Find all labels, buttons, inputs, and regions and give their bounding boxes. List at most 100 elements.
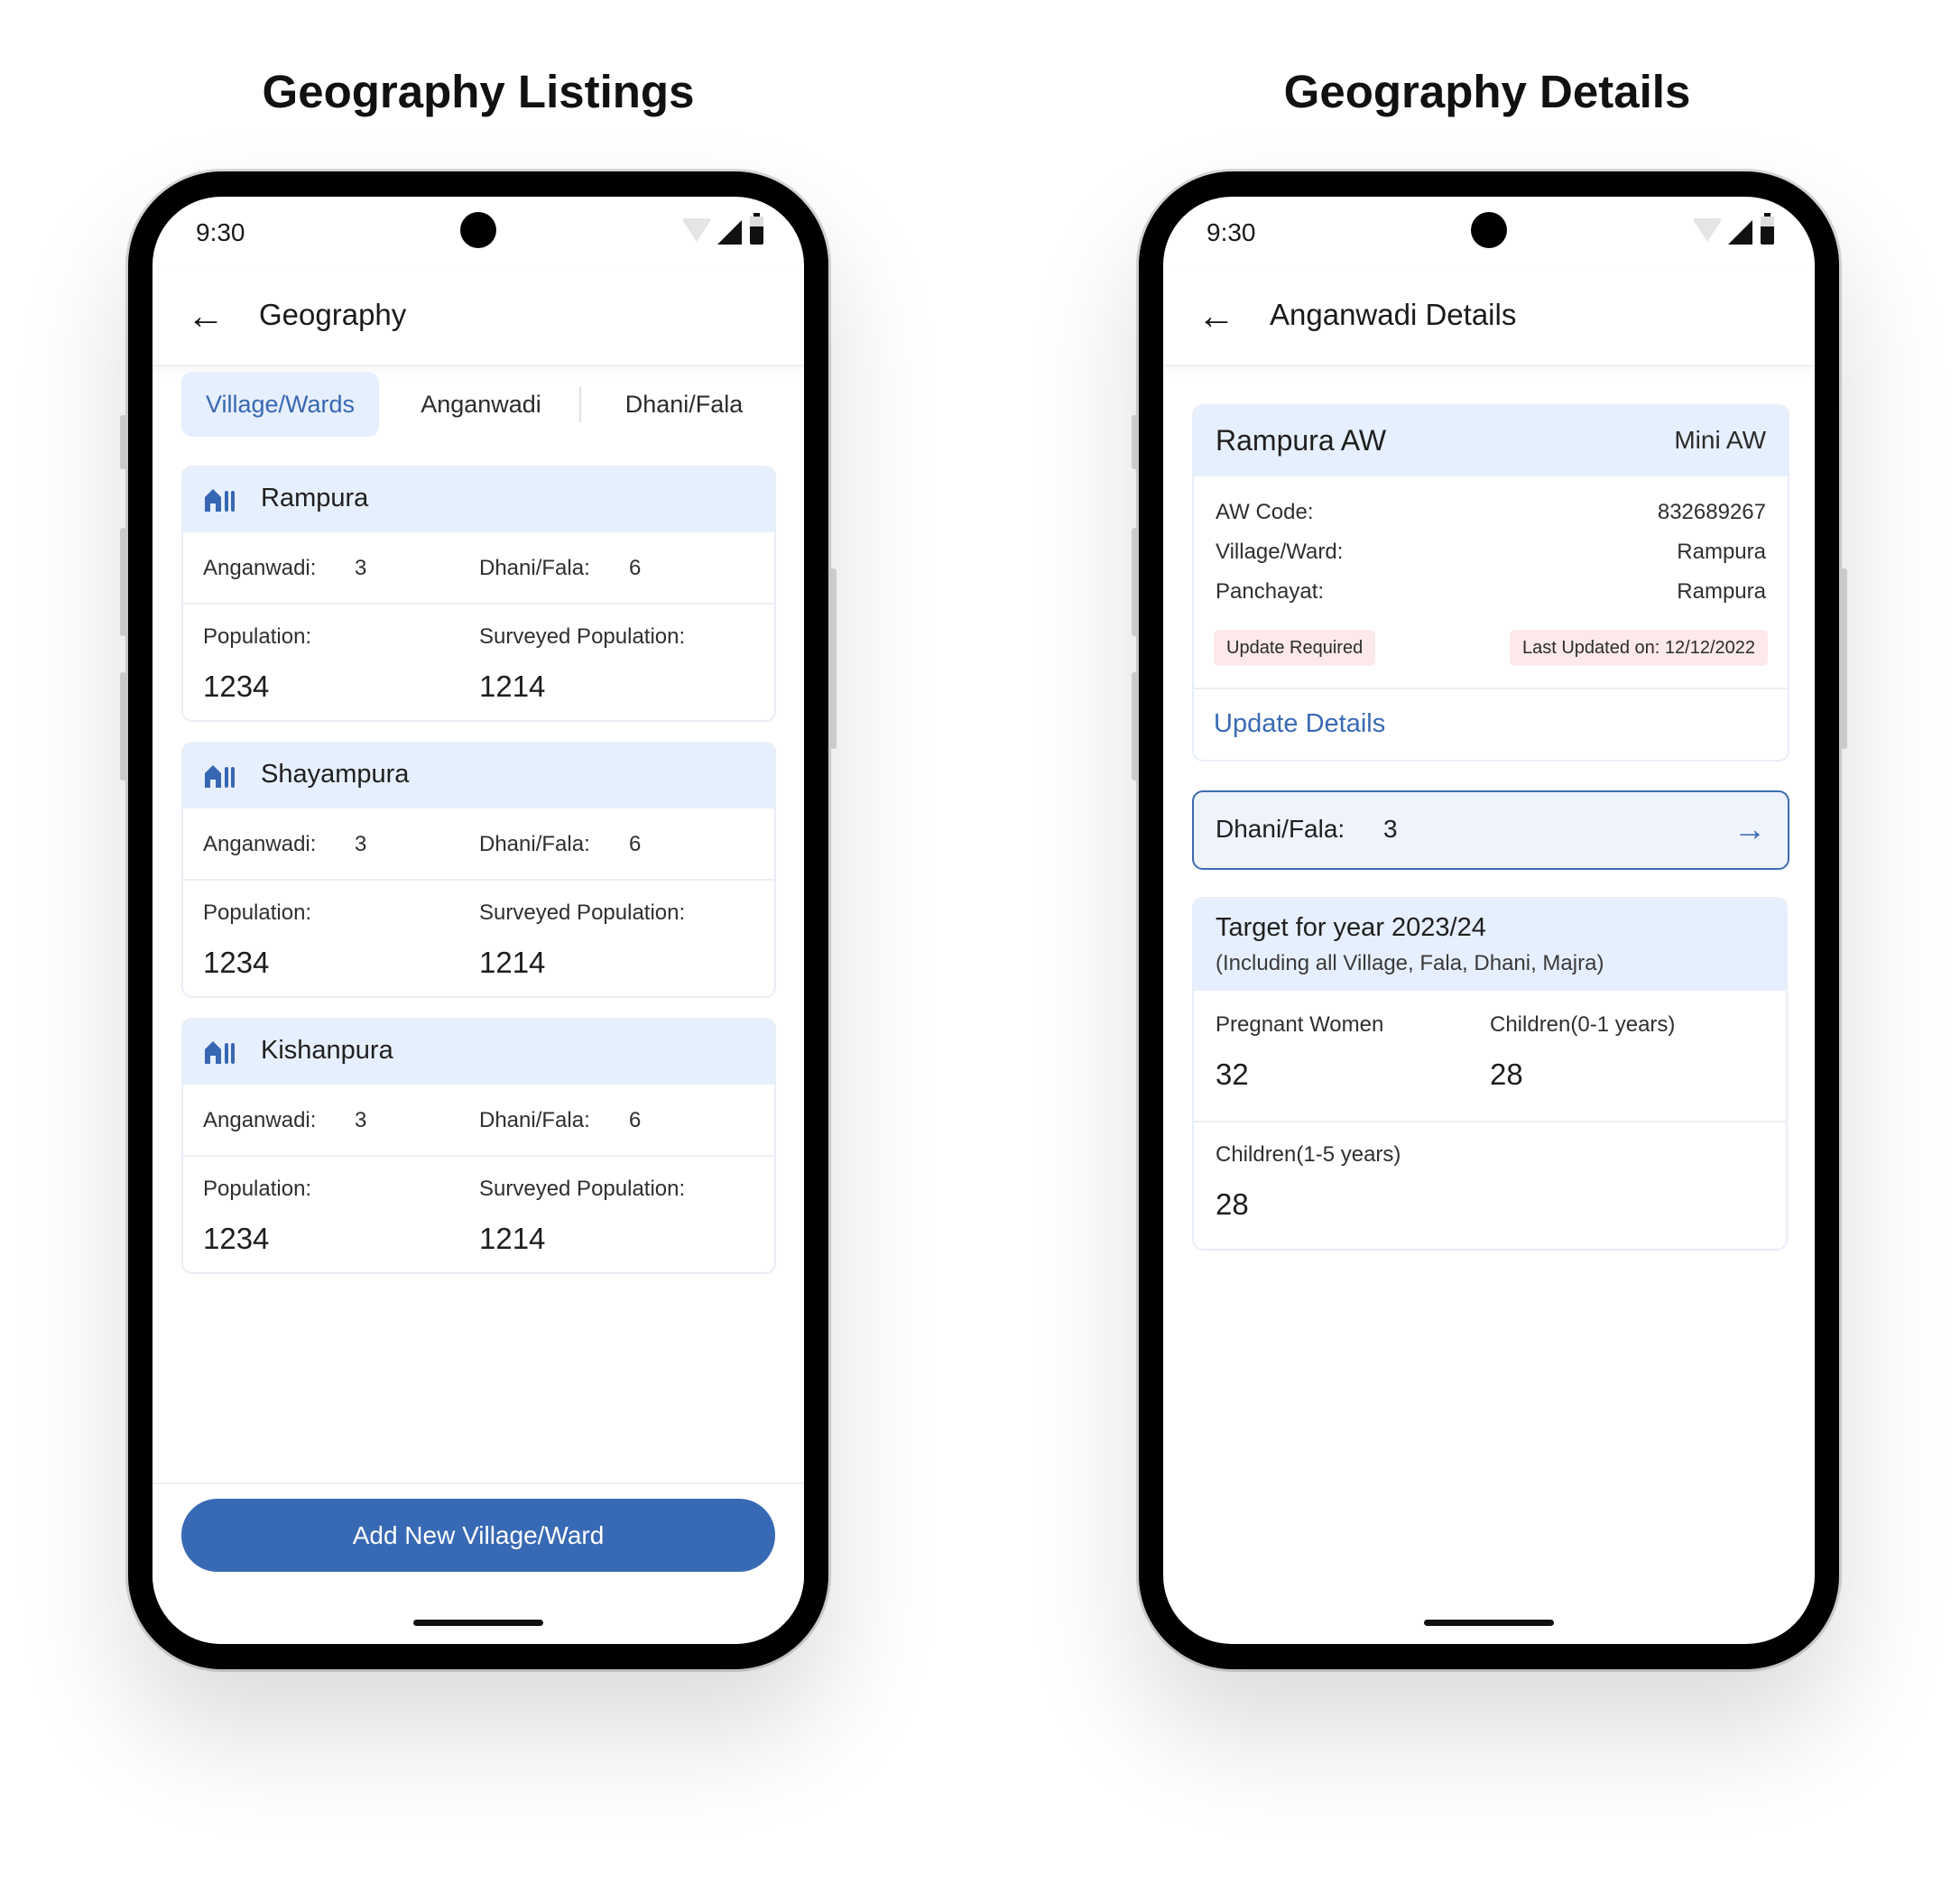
- home-icon: [205, 765, 235, 788]
- home-indicator[interactable]: [1424, 1620, 1554, 1626]
- phone-side-button: [120, 415, 126, 469]
- home-indicator[interactable]: [413, 1620, 543, 1626]
- population-value: 1234: [203, 670, 270, 703]
- phone-side-button: [1132, 672, 1138, 780]
- population-label: Population:: [203, 624, 312, 649]
- wifi-icon: [681, 218, 712, 242]
- dhani-count: 6: [629, 1108, 642, 1132]
- aw-name: Rampura AW: [1216, 424, 1387, 457]
- targets-card: Target for year 2023/24 (Including all V…: [1192, 897, 1788, 1251]
- panchayat-value: Rampura: [1677, 579, 1766, 604]
- status-icons: [681, 213, 764, 247]
- target-subtitle: (Including all Village, Fala, Dhani, Maj…: [1216, 951, 1604, 975]
- village-name: Shayampura: [261, 760, 410, 789]
- back-arrow-icon[interactable]: ←: [187, 297, 225, 336]
- status-bar: 9:30: [153, 197, 804, 272]
- surveyed-label: Surveyed Population:: [479, 624, 686, 649]
- anganwadi-count: 3: [355, 832, 367, 856]
- add-village-button[interactable]: Add New Village/Ward: [181, 1499, 775, 1572]
- app-bar: ← Anganwadi Details: [1163, 272, 1815, 366]
- surveyed-label: Surveyed Population:: [479, 900, 686, 925]
- village-card-shayampura[interactable]: Shayampura Anganwadi: 3 Dhani/Fala: 6 Po…: [181, 742, 776, 998]
- anganwadi-label: Anganwadi:: [203, 832, 317, 856]
- population-value: 1234: [203, 1222, 270, 1255]
- front-camera: [1471, 212, 1507, 248]
- anganwadi-count: 3: [355, 1108, 367, 1132]
- anganwadi-info-card: Rampura AW Mini AW AW Code: 832689267 Vi…: [1192, 404, 1789, 762]
- dhani-label: Dhani/Fala:: [479, 556, 590, 580]
- anganwadi-label: Anganwadi:: [203, 556, 317, 580]
- dhani-count: 6: [629, 832, 642, 856]
- phone-details: 9:30 ← Anganwadi Details Rampura AW Mini…: [1139, 171, 1839, 1669]
- phone-side-button: [1132, 528, 1138, 636]
- panel-title-details: Geography Details: [1283, 66, 1691, 117]
- surveyed-label: Surveyed Population:: [479, 1177, 686, 1201]
- dhani-fala-nav-card[interactable]: Dhani/Fala: 3 →: [1192, 790, 1789, 870]
- target-value: 28: [1490, 1057, 1523, 1091]
- card-header: Kishanpura: [183, 1020, 774, 1085]
- target-title: Target for year 2023/24: [1216, 913, 1486, 942]
- wifi-icon: [1692, 218, 1723, 242]
- tab-village-wards[interactable]: Village/Wards: [181, 372, 379, 437]
- card-header: Rampura AW Mini AW: [1194, 406, 1788, 476]
- village-ward-value: Rampura: [1677, 540, 1766, 564]
- dhani-count: 6: [629, 556, 642, 580]
- village-card-rampura[interactable]: Rampura Anganwadi: 3 Dhani/Fala: 6 Popul…: [181, 466, 776, 722]
- village-name: Rampura: [261, 484, 369, 513]
- aw-code-value: 832689267: [1657, 500, 1766, 524]
- phone-side-button: [120, 672, 126, 780]
- update-details-link[interactable]: Update Details: [1214, 709, 1385, 739]
- divider: [1194, 1121, 1786, 1122]
- population-label: Population:: [203, 1177, 312, 1201]
- phone-side-button: [120, 528, 126, 636]
- last-updated-badge: Last Updated on: 12/12/2022: [1510, 630, 1768, 666]
- field-label: Panchayat:: [1216, 579, 1325, 604]
- card-counts-row: Anganwadi: 3 Dhani/Fala: 6: [183, 1085, 774, 1157]
- status-time: 9:30: [196, 218, 245, 246]
- signal-icon: [1728, 220, 1752, 245]
- field-label: Village/Ward:: [1216, 540, 1344, 564]
- screen-listings: 9:30 ← Geography Village/Wards Anganwadi…: [153, 197, 804, 1644]
- card-header: Target for year 2023/24 (Including all V…: [1194, 899, 1786, 991]
- field-label: AW Code:: [1216, 500, 1314, 524]
- phone-power-button: [1841, 568, 1847, 749]
- population-label: Population:: [203, 900, 312, 925]
- phone-listings: 9:30 ← Geography Village/Wards Anganwadi…: [128, 171, 828, 1669]
- target-value: 32: [1216, 1057, 1249, 1091]
- dhani-label: Dhani/Fala:: [479, 1108, 590, 1132]
- target-label: Children(0-1 years): [1490, 1012, 1676, 1037]
- village-card-kishanpura[interactable]: Kishanpura Anganwadi: 3 Dhani/Fala: 6 Po…: [181, 1018, 776, 1274]
- target-value: 28: [1216, 1187, 1249, 1221]
- anganwadi-label: Anganwadi:: [203, 1108, 317, 1132]
- surveyed-value: 1214: [479, 1222, 546, 1255]
- dhani-label: Dhani/Fala:: [1216, 815, 1345, 843]
- tab-anganwadi[interactable]: Anganwadi: [391, 372, 571, 437]
- signal-icon: [717, 220, 742, 245]
- dhani-count: 3: [1383, 815, 1398, 843]
- card-header: Shayampura: [183, 743, 774, 808]
- status-time: 9:30: [1207, 218, 1256, 246]
- update-required-badge: Update Required: [1214, 630, 1376, 666]
- tab-divider: [579, 386, 581, 422]
- page-title: Anganwadi Details: [1270, 298, 1517, 331]
- phone-power-button: [830, 568, 837, 749]
- home-icon: [205, 489, 235, 512]
- population-value: 1234: [203, 946, 270, 979]
- arrow-right-icon[interactable]: →: [1733, 810, 1766, 848]
- aw-type: Mini AW: [1674, 426, 1766, 454]
- phone-side-button: [1132, 415, 1138, 469]
- surveyed-value: 1214: [479, 670, 546, 703]
- status-icons: [1692, 213, 1775, 247]
- tab-dhani-fala[interactable]: Dhani/Fala: [589, 372, 779, 437]
- front-camera: [460, 212, 496, 248]
- battery-icon: [1761, 213, 1774, 245]
- target-label: Children(1-5 years): [1216, 1142, 1401, 1167]
- card-counts-row: Anganwadi: 3 Dhani/Fala: 6: [183, 808, 774, 881]
- app-bar: ← Geography: [153, 272, 804, 366]
- card-counts-row: Anganwadi: 3 Dhani/Fala: 6: [183, 532, 774, 605]
- surveyed-value: 1214: [479, 946, 546, 979]
- target-label: Pregnant Women: [1216, 1012, 1384, 1037]
- page-title: Geography: [259, 298, 407, 331]
- back-arrow-icon[interactable]: ←: [1197, 297, 1235, 336]
- anganwadi-count: 3: [355, 556, 367, 580]
